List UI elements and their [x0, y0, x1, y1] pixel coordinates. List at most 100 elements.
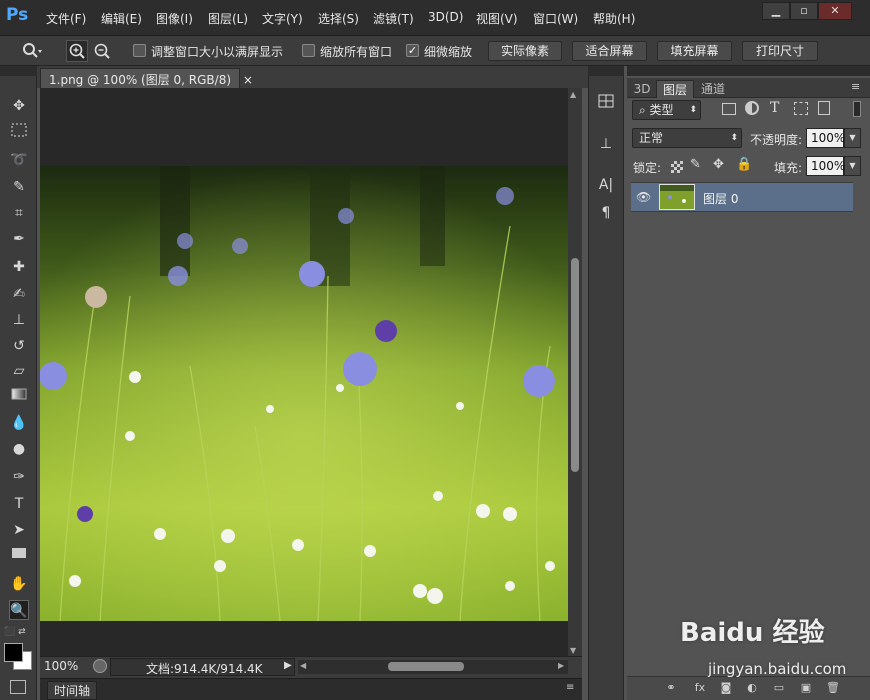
menu-file[interactable]: 文件(F) [46, 10, 86, 27]
fill-input[interactable]: 100% [806, 156, 845, 176]
clone-stamp-icon[interactable]: ⊥ [9, 310, 29, 330]
toolbar-collapse-strip[interactable] [0, 66, 37, 76]
filter-type-icon[interactable]: T [770, 100, 779, 116]
filter-smart-object-icon[interactable] [818, 101, 830, 115]
document-image[interactable] [40, 166, 568, 621]
filter-kind-dropdown[interactable]: ⌕ 类型 ⬍ [632, 100, 701, 120]
horizontal-scroll-thumb[interactable] [388, 662, 464, 671]
layer-thumbnail [659, 184, 695, 210]
lock-position-icon[interactable]: ✥ [713, 157, 724, 172]
character-icon[interactable]: A| [596, 175, 616, 195]
print-size-button[interactable]: 打印尺寸 [742, 41, 818, 61]
new-group-icon[interactable]: ▭ [771, 681, 787, 695]
menu-window[interactable]: 窗口(W) [533, 10, 578, 27]
fill-dropdown-icon[interactable]: ▼ [844, 156, 861, 176]
menu-edit[interactable]: 编辑(E) [101, 10, 142, 27]
new-adjustment-icon[interactable]: ◐ [744, 681, 760, 695]
foreground-color-swatch[interactable] [4, 643, 23, 662]
history-brush-icon[interactable]: ↺ [9, 336, 29, 356]
opacity-dropdown-icon[interactable]: ▼ [844, 128, 861, 148]
layer-style-icon[interactable]: fx [692, 681, 708, 695]
opacity-input[interactable]: 100% [806, 128, 845, 148]
lock-transparent-icon[interactable] [671, 161, 683, 173]
layer-name[interactable]: 图层 0 [703, 190, 738, 207]
zoom-out-icon[interactable] [92, 41, 112, 61]
blur-icon[interactable]: 💧 [9, 413, 29, 433]
vertical-scroll-thumb[interactable] [571, 258, 579, 472]
resize-windows-checkbox[interactable] [133, 44, 146, 57]
add-mask-icon[interactable]: ◙ [718, 681, 734, 695]
zoom-icon[interactable]: 🔍 [9, 600, 29, 620]
blend-mode-dropdown[interactable]: 正常 ⬍ [632, 128, 742, 148]
layers-collapse-strip[interactable] [627, 66, 870, 76]
menu-help[interactable]: 帮助(H) [593, 10, 635, 27]
fit-screen-button[interactable]: 适合屏幕 [572, 41, 647, 61]
move-icon[interactable]: ✥ [9, 96, 29, 116]
paragraph-icon[interactable]: ¶ [596, 203, 616, 223]
new-layer-icon[interactable]: ▣ [798, 681, 814, 695]
timeline-panel-bar [40, 678, 582, 700]
scrubby-zoom-checkbox[interactable]: ✓ [406, 44, 419, 57]
status-arrow-icon[interactable]: ▶ [284, 660, 292, 671]
fill-screen-button[interactable]: 填充屏幕 [657, 41, 732, 61]
quick-mask-icon[interactable] [10, 680, 26, 694]
brush-icon[interactable]: ✍ [9, 284, 29, 304]
zoom-level[interactable]: 100% [44, 659, 89, 675]
restore-button[interactable]: ▫ [790, 2, 818, 20]
tab-channels[interactable]: 通道 [696, 80, 730, 98]
scroll-right-icon[interactable]: ▶ [558, 661, 564, 670]
marquee-icon[interactable] [9, 123, 29, 143]
close-button[interactable]: ✕ [818, 2, 852, 20]
swap-colors-icon[interactable]: ⬛ ⇄ [4, 627, 32, 637]
path-selection-icon[interactable]: ➤ [9, 520, 29, 540]
timeline-tab[interactable]: 时间轴 [47, 681, 98, 700]
filter-toggle-switch[interactable] [853, 101, 861, 117]
minimize-button[interactable]: ▁ [762, 2, 790, 20]
dodge-icon[interactable]: ● [9, 439, 29, 459]
menu-type[interactable]: 文字(Y) [262, 10, 303, 27]
menu-layer[interactable]: 图层(L) [208, 10, 248, 27]
tab-layers[interactable]: 图层 [656, 80, 694, 98]
menu-view[interactable]: 视图(V) [476, 10, 518, 27]
quick-selection-icon[interactable]: ✎ [9, 177, 29, 197]
watermark-url: jingyan.baidu.com [708, 660, 847, 678]
mid-collapse-strip[interactable] [588, 66, 624, 76]
zoom-in-icon[interactable] [66, 40, 88, 62]
filter-pixel-icon[interactable] [722, 103, 736, 115]
filter-shape-icon[interactable] [794, 102, 808, 115]
document-tab[interactable]: 1.png @ 100% (图层 0, RGB/8) × [40, 68, 253, 88]
scroll-up-icon[interactable]: ▲ [570, 90, 576, 99]
menu-select[interactable]: 选择(S) [318, 10, 359, 27]
link-layers-icon[interactable]: ⚭ [663, 681, 679, 695]
lasso-icon[interactable]: ➰ [9, 150, 29, 170]
pen-icon[interactable]: ✑ [9, 467, 29, 487]
actual-pixels-button[interactable]: 实际像素 [488, 41, 562, 61]
lock-all-icon[interactable]: 🔒 [736, 157, 752, 172]
zoom-tool-preset-icon[interactable] [22, 42, 42, 60]
scroll-down-icon[interactable]: ▼ [570, 646, 576, 655]
crop-icon[interactable]: ⌗ [9, 203, 29, 223]
navigator-icon[interactable] [596, 94, 616, 114]
status-menu-icon[interactable] [93, 659, 107, 673]
eyedropper-icon[interactable]: ✒ [9, 229, 29, 249]
rectangle-icon[interactable] [9, 546, 29, 566]
history-icon[interactable]: ⊥ [596, 134, 616, 154]
eye-visibility-icon[interactable]: 👁 [636, 190, 651, 204]
healing-brush-icon[interactable]: ✚ [9, 257, 29, 277]
menu-filter[interactable]: 滤镜(T) [373, 10, 414, 27]
menu-image[interactable]: 图像(I) [156, 10, 193, 27]
timeline-menu-icon[interactable]: ≡ [566, 682, 574, 693]
eraser-icon[interactable]: ▱ [9, 361, 29, 381]
delete-layer-icon[interactable]: 🗑 [825, 681, 841, 695]
menu-3d[interactable]: 3D(D) [428, 10, 463, 24]
close-tab-icon[interactable]: × [243, 73, 253, 87]
type-icon[interactable]: T [9, 494, 29, 514]
lock-pixels-icon[interactable]: ✎ [690, 157, 701, 172]
tab-3d[interactable]: 3D [629, 80, 655, 98]
filter-adjustment-icon[interactable] [745, 101, 759, 115]
scroll-left-icon[interactable]: ◀ [300, 661, 306, 670]
hand-icon[interactable]: ✋ [9, 574, 29, 594]
panel-menu-icon[interactable]: ≡ [851, 80, 860, 93]
gradient-icon[interactable] [9, 387, 29, 407]
zoom-all-windows-checkbox[interactable] [302, 44, 315, 57]
